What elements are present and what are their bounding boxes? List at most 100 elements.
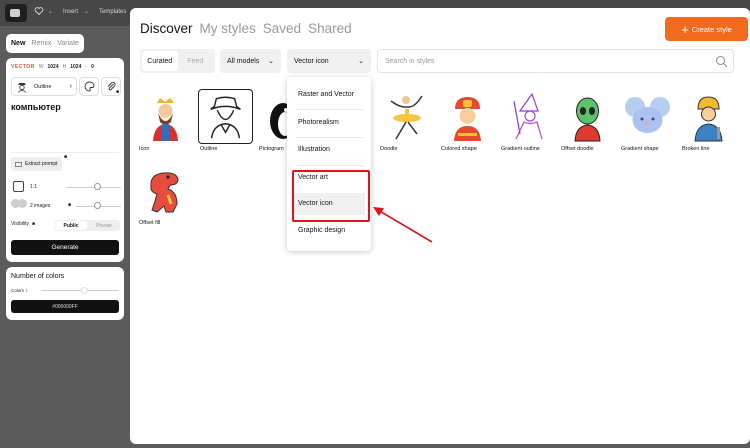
dinosaur-icon [150, 172, 179, 213]
images-count-value: 2 images [30, 203, 51, 209]
chevron-down-icon[interactable]: ⌄ [84, 8, 89, 15]
visibility-private[interactable]: Private [88, 220, 120, 231]
tab-discover[interactable]: Discover [140, 21, 193, 36]
tab-shared[interactable]: Shared [308, 21, 352, 36]
create-style-label: Create style [691, 24, 732, 34]
color-swatch-input[interactable]: #000000FF [11, 300, 119, 313]
tab-my-styles[interactable]: My styles [200, 21, 256, 36]
paperclip-icon [107, 82, 115, 91]
menu-item-illustration[interactable]: Illustration [298, 146, 330, 153]
style-label: Icon [139, 146, 150, 152]
menu-insert[interactable]: Insert [63, 9, 78, 15]
style-card-offset-fill[interactable] [138, 162, 193, 217]
style-card-colored-shape[interactable] [440, 89, 495, 144]
search-input[interactable]: Search in styles [385, 58, 434, 65]
chevron-down-icon: ⌄ [268, 58, 274, 65]
create-style-button[interactable]: + Create style [665, 17, 748, 41]
height-label: H [62, 64, 67, 70]
search-icon[interactable] [715, 55, 728, 68]
image-dimensions: VECTOR W 1024 H 1024 ◦ 0 [11, 64, 94, 70]
visibility-toggle[interactable]: Public Private [54, 220, 120, 231]
colors-count: 1 [25, 288, 28, 293]
mouse-icon [625, 97, 670, 133]
style-name: Outline [34, 83, 52, 90]
mode-tabs: New Remix Variate [6, 34, 84, 53]
generate-button[interactable]: Generate [11, 240, 119, 255]
style-card-icon[interactable] [138, 89, 193, 144]
tab-saved[interactable]: Saved [263, 21, 301, 36]
heart-icon[interactable] [34, 6, 44, 16]
king-icon [153, 98, 178, 141]
style-label: Gradient shape [621, 146, 659, 152]
colors-label: Colors [11, 288, 25, 293]
style-label: Offset fill [139, 220, 161, 226]
style-card-offset-doodle[interactable] [560, 89, 615, 144]
tab-remix[interactable]: Remix [31, 40, 51, 47]
chevron-down-icon[interactable]: ⌄ [48, 8, 53, 15]
chevron-down-icon: ⌄ [358, 58, 364, 65]
style-label: Broken line [682, 146, 710, 152]
models-dropdown[interactable]: All models ⌄ [220, 49, 281, 73]
width-value[interactable]: 1024 [47, 64, 58, 70]
style-label: Gradient outline [501, 146, 540, 152]
tab-new[interactable]: New [11, 40, 25, 47]
colors-knob[interactable] [81, 287, 88, 294]
styles-nav: Discover My styles Saved Shared [140, 21, 352, 36]
seed-value[interactable]: 0 [91, 64, 94, 70]
menu-divider [295, 137, 363, 138]
alien-icon [574, 97, 601, 142]
style-card-broken-line[interactable] [681, 89, 736, 144]
menu-item-photorealism[interactable]: Photorealism [298, 119, 339, 126]
output-kind[interactable]: VECTOR [11, 64, 35, 70]
colors-row: Colors 1 [11, 288, 28, 293]
menu-divider [295, 165, 363, 166]
divider [11, 152, 119, 153]
width-label: W [38, 64, 44, 70]
visibility-public[interactable]: Public [55, 221, 87, 230]
tab-variate[interactable]: Variate [57, 40, 79, 47]
style-card-outline[interactable] [198, 89, 253, 144]
lock-icon: ■ [31, 221, 35, 227]
annotation-arrow [373, 207, 433, 243]
style-card-doodle[interactable] [379, 89, 434, 144]
style-selector[interactable]: Outline › [11, 77, 77, 96]
extract-prompt-button[interactable]: Extract prompt [11, 157, 62, 171]
category-dropdown-label: Vector icon [294, 57, 329, 65]
visibility-label: Visibility [11, 221, 29, 227]
style-card-gradient-shape[interactable] [620, 89, 675, 144]
attach-button[interactable]: ■ [101, 77, 121, 96]
annotation-highlight-box [292, 170, 370, 222]
style-label: Doodle [380, 146, 398, 152]
filter-feed[interactable]: Feed [178, 51, 214, 71]
style-card-gradient-outline[interactable] [500, 89, 555, 144]
plus-icon: + [681, 21, 689, 37]
keyboard-icon [15, 161, 22, 167]
lock-icon: ■ [64, 154, 68, 160]
styles-search[interactable]: Search in styles [377, 49, 734, 73]
extract-prompt-label: Extract prompt [25, 161, 58, 167]
images-count-icon [11, 199, 28, 209]
menu-item-graphic-design[interactable]: Graphic design [298, 227, 345, 234]
palette-button[interactable] [79, 77, 99, 96]
wizard-icon [513, 92, 543, 140]
images-count-knob[interactable] [94, 202, 101, 209]
app-logo[interactable] [5, 4, 27, 22]
aspect-ratio-knob[interactable] [94, 183, 101, 190]
models-dropdown-label: All models [227, 57, 260, 65]
style-label: Outline [200, 146, 218, 152]
ballerina-icon [390, 95, 423, 140]
filter-curated[interactable]: Curated [142, 51, 178, 71]
height-value[interactable]: 1024 [70, 64, 81, 70]
seed-icon: ◦ [85, 64, 88, 70]
style-label: Pictogram [259, 146, 284, 152]
colors-slider[interactable] [41, 290, 119, 291]
menu-divider [295, 109, 363, 110]
lock-icon: ■ [115, 89, 119, 95]
category-dropdown[interactable]: Vector icon ⌄ [287, 49, 371, 73]
menu-item-raster-and-vector[interactable]: Raster and Vector [298, 91, 354, 98]
prompt-text[interactable]: компьютер [11, 102, 61, 112]
menu-templates[interactable]: Templates [99, 9, 126, 15]
aspect-ratio-icon [13, 181, 24, 192]
colors-title: Number of colors [11, 273, 65, 280]
generation-panel: VECTOR W 1024 H 1024 ◦ 0 Outline › ■ ком… [6, 58, 124, 262]
